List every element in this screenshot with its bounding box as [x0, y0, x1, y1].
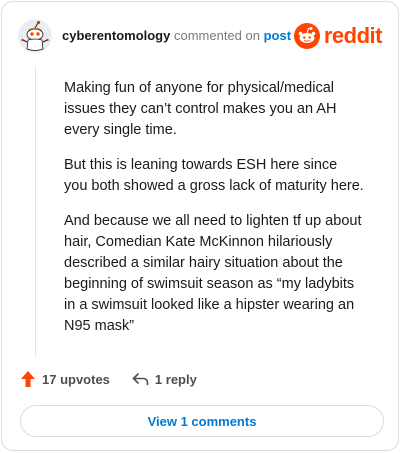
- comment-header: cyberentomology commented on post reddit: [18, 18, 383, 54]
- thread-line: [35, 66, 36, 356]
- comment-paragraph: Making fun of anyone for physical/medica…: [64, 80, 337, 138]
- reddit-logo-icon: [293, 23, 320, 49]
- view-comments-button[interactable]: View 1 comments: [20, 405, 384, 437]
- action-text: commented on: [173, 28, 260, 43]
- comment-paragraph: But this is leaning towards ESH here sin…: [64, 157, 364, 194]
- reply-count: 1 reply: [154, 371, 197, 387]
- comment-actions: 17 upvotes 1 reply: [20, 370, 197, 388]
- reply-icon: [132, 373, 149, 386]
- comment-card: cyberentomology commented on post reddit…: [1, 1, 399, 451]
- comment-body: Making fun of anyone for physical/medica…: [64, 78, 364, 351]
- comment-paragraph: And because we all need to lighten tf up…: [64, 213, 362, 334]
- reddit-logo[interactable]: reddit: [293, 23, 383, 49]
- upvote-button[interactable]: 17 upvotes: [20, 370, 110, 388]
- reply-button[interactable]: 1 reply: [132, 372, 197, 387]
- upvote-count: 17 upvotes: [42, 371, 110, 387]
- comment-byline: cyberentomology commented on post: [62, 28, 291, 44]
- post-link[interactable]: post: [264, 28, 291, 43]
- reddit-wordmark: reddit: [323, 23, 383, 48]
- upvote-arrow-icon: [21, 371, 35, 387]
- avatar[interactable]: [18, 19, 52, 53]
- username-link[interactable]: cyberentomology: [62, 28, 170, 43]
